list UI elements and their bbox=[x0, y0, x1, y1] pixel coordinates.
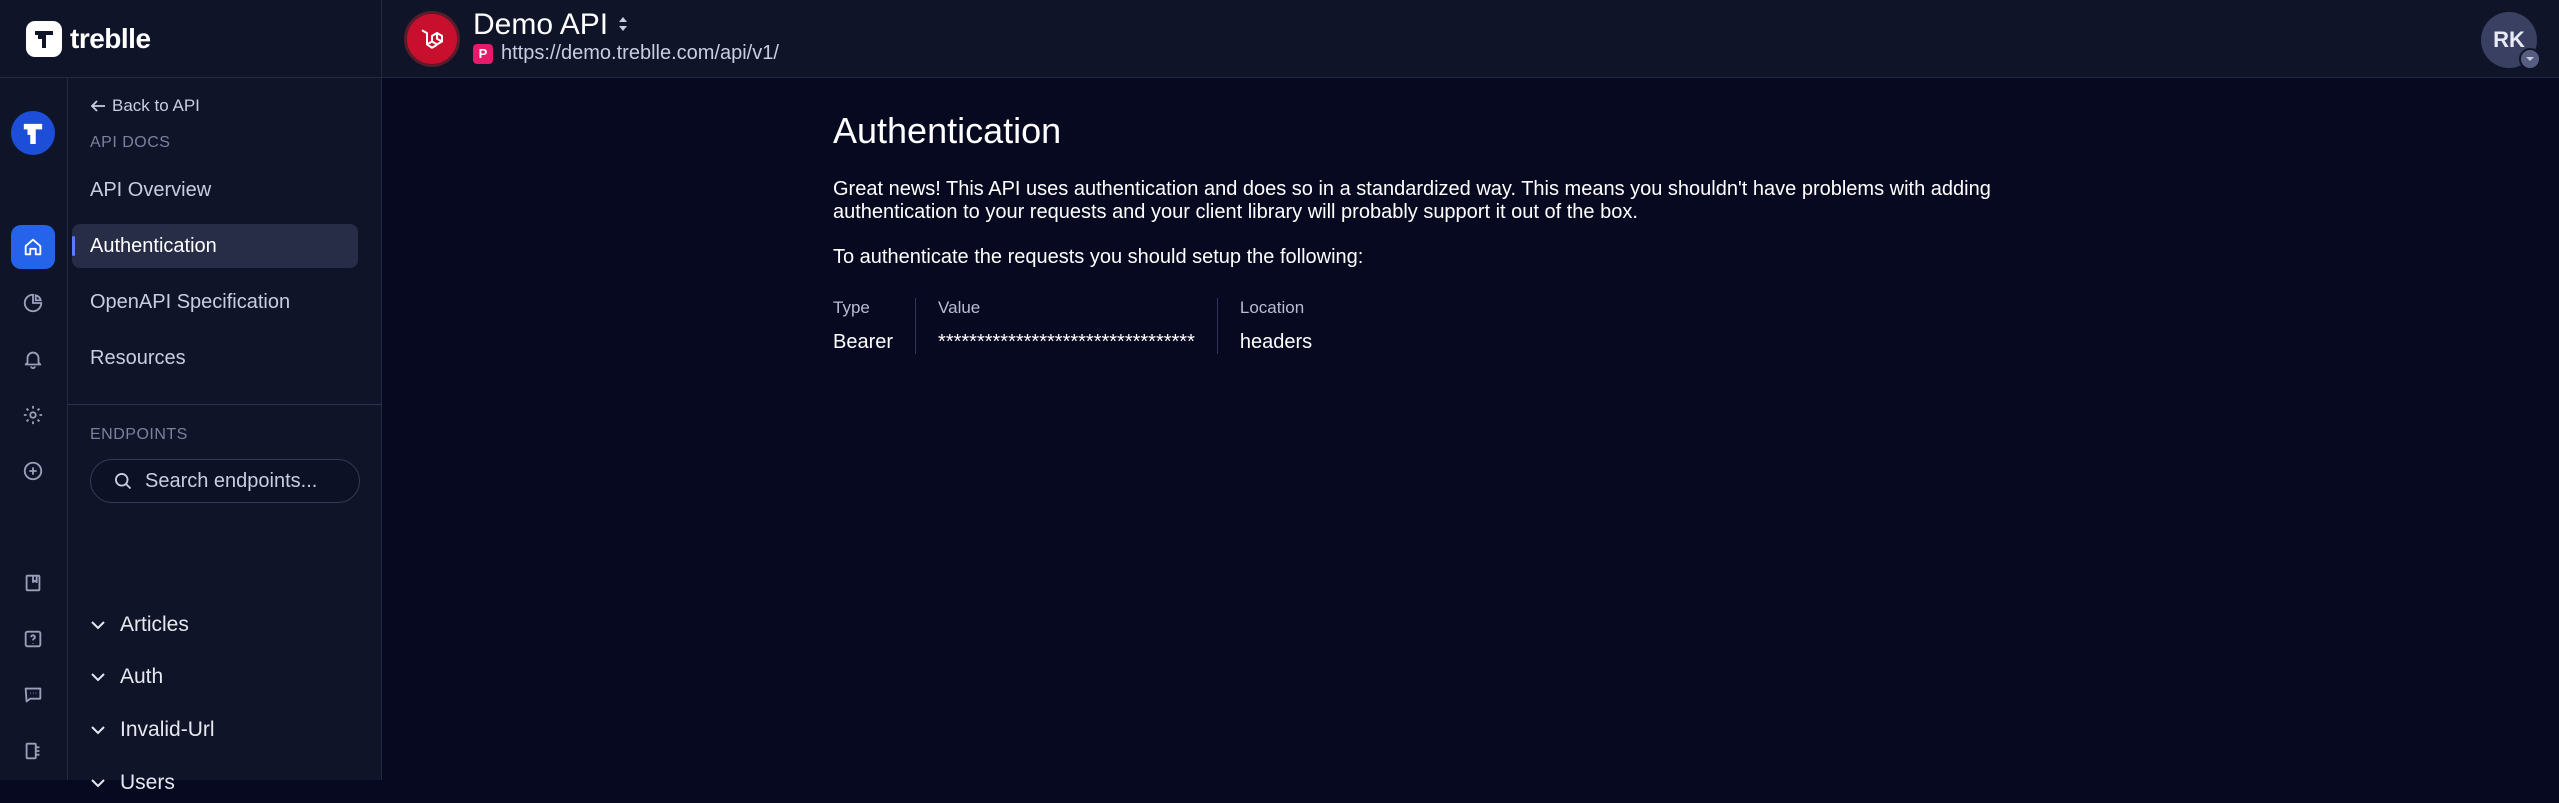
auth-setup-text: To authenticate the requests you should … bbox=[833, 246, 1364, 268]
chat-icon[interactable] bbox=[11, 673, 55, 717]
icon-rail bbox=[0, 78, 68, 780]
nav-divider bbox=[68, 404, 382, 405]
bell-icon[interactable] bbox=[11, 337, 55, 381]
endpoint-search[interactable] bbox=[90, 459, 360, 503]
search-endpoints-input[interactable] bbox=[143, 468, 343, 494]
search-icon bbox=[115, 473, 132, 490]
auth-type-value: Bearer bbox=[833, 331, 894, 353]
user-avatar[interactable]: RK bbox=[2481, 12, 2541, 70]
environment-badge: P bbox=[473, 43, 493, 64]
auth-details: Type Bearer Value **********************… bbox=[833, 298, 1334, 354]
auth-value: Value ********************************* bbox=[915, 298, 1217, 354]
back-to-api-link[interactable]: Back to API bbox=[90, 96, 200, 116]
add-circle-icon[interactable] bbox=[11, 449, 55, 493]
nav-item-api-overview[interactable]: API Overview bbox=[72, 168, 358, 212]
gear-icon[interactable] bbox=[11, 393, 55, 437]
user-initials: RK bbox=[2493, 27, 2525, 52]
back-to-api-label: Back to API bbox=[112, 96, 200, 115]
api-name: Demo API bbox=[473, 8, 609, 41]
endpoint-group-articles[interactable]: Articles bbox=[90, 605, 189, 645]
auth-type-label: Type bbox=[833, 298, 870, 317]
api-url-row: P https://demo.treblle.com/api/v1/ bbox=[473, 42, 779, 65]
nav-item-resources[interactable]: Resources bbox=[72, 336, 358, 380]
chevron-down-icon bbox=[2519, 48, 2541, 70]
api-selector[interactable]: Demo API bbox=[473, 8, 630, 42]
brand[interactable]: treblle bbox=[0, 0, 382, 78]
auth-value-label: Value bbox=[938, 298, 981, 317]
chevron-down-icon bbox=[91, 726, 105, 735]
auth-type: Type Bearer bbox=[833, 298, 915, 354]
endpoint-group-users[interactable]: Users bbox=[90, 763, 175, 803]
sort-arrows-icon bbox=[616, 8, 630, 42]
endpoints-section-label: ENDPOINTS bbox=[90, 426, 188, 443]
auth-description: Great news! This API uses authentication… bbox=[833, 178, 1991, 223]
chevron-down-icon bbox=[91, 673, 105, 682]
book-icon[interactable] bbox=[11, 561, 55, 605]
auth-token-value[interactable]: ********************************* bbox=[938, 331, 1195, 354]
apps-icon[interactable] bbox=[11, 729, 55, 773]
nav-item-authentication[interactable]: Authentication bbox=[72, 224, 358, 268]
help-icon[interactable] bbox=[11, 617, 55, 661]
top-bar: treblle Demo API P https://demo.treblle.… bbox=[0, 0, 2559, 78]
laravel-logo-icon[interactable] bbox=[404, 11, 460, 67]
auth-location: Location headers bbox=[1216, 298, 1334, 354]
chevron-down-icon bbox=[91, 621, 105, 630]
brand-name: treblle bbox=[70, 23, 151, 54]
home-icon[interactable] bbox=[11, 225, 55, 269]
docs-nav-panel: Back to API API DOCS API Overview Authen… bbox=[68, 78, 382, 794]
api-docs-section-label: API DOCS bbox=[90, 134, 171, 151]
arrow-left-icon bbox=[90, 100, 105, 112]
auth-location-label: Location bbox=[1239, 298, 1305, 317]
api-url[interactable]: https://demo.treblle.com/api/v1/ bbox=[501, 42, 779, 65]
endpoint-group-invalid-url[interactable]: Invalid-Url bbox=[90, 710, 215, 750]
nav-item-openapi-specification[interactable]: OpenAPI Specification bbox=[72, 280, 358, 324]
analytics-icon[interactable] bbox=[11, 281, 55, 325]
page-title: Authentication bbox=[833, 110, 1062, 151]
auth-location-value: headers bbox=[1239, 331, 1313, 353]
treblle-logo-icon bbox=[26, 21, 62, 57]
treblle-workspace-icon[interactable] bbox=[11, 111, 55, 155]
endpoint-group-auth[interactable]: Auth bbox=[90, 657, 163, 697]
